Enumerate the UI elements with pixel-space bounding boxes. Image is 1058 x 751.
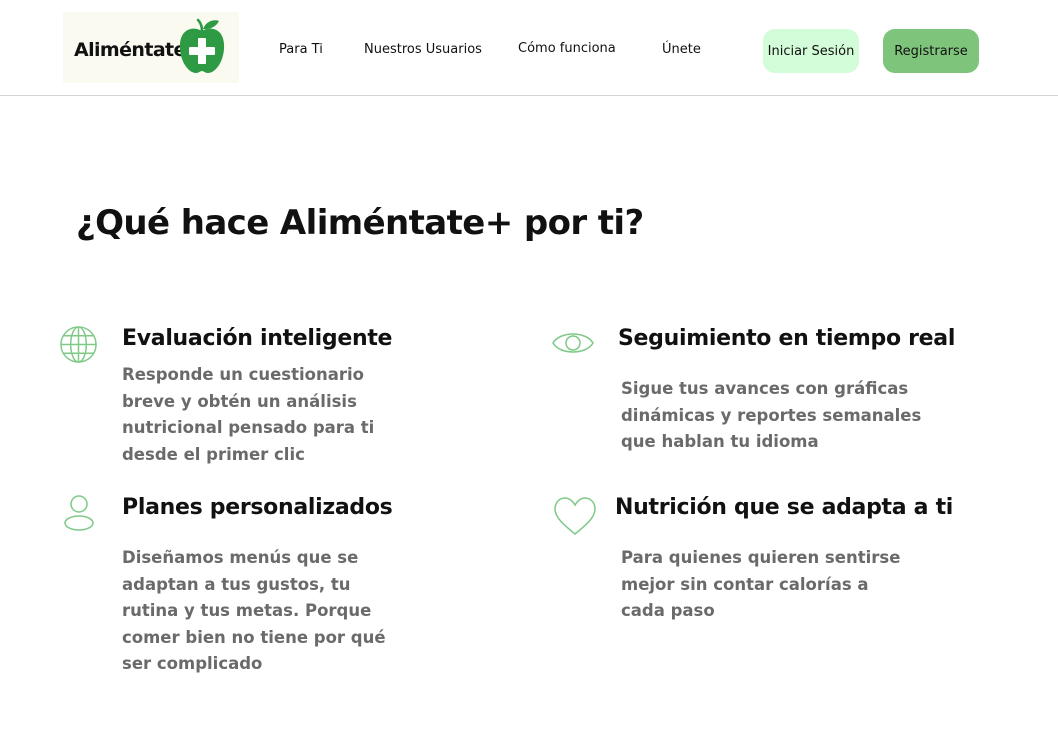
- brand-name: Aliméntate: [74, 39, 186, 61]
- feature-title-seguimiento: Seguimiento en tiempo real: [618, 326, 956, 351]
- globe-icon: [60, 326, 97, 363]
- desc-line: Diseñamos menús que se: [122, 548, 359, 567]
- nav-para-ti[interactable]: Para Ti: [279, 42, 323, 57]
- desc-line: Sigue tus avances con gráficas: [621, 379, 909, 398]
- feature-title-nutricion: Nutrición que se adapta a ti: [615, 495, 954, 520]
- register-button[interactable]: Registrarse: [883, 29, 979, 73]
- desc-line: Para quienes quieren sentirse: [621, 548, 901, 567]
- desc-line: cada paso: [621, 601, 715, 620]
- nav-como-funciona[interactable]: Cómo funciona: [518, 41, 616, 56]
- desc-line: rutina y tus metas. Porque: [122, 601, 372, 620]
- eye-icon: [552, 333, 594, 353]
- desc-line: ser complicado: [122, 654, 263, 673]
- feature-desc-planes: Diseñamos menús que se adaptan a tus gus…: [122, 545, 386, 678]
- desc-line: mejor sin contar calorías a: [621, 574, 869, 594]
- nav-nuestros-usuarios[interactable]: Nuestros Usuarios: [364, 42, 482, 57]
- desc-line: desde el primer clic: [122, 444, 305, 464]
- desc-line: breve y obtén un análisis: [122, 391, 357, 411]
- site-header: Aliméntate Para Ti Nuestros Usuarios Cóm…: [0, 0, 1058, 96]
- heart-icon: [554, 497, 596, 535]
- desc-line: nutricional pensado para ti: [122, 418, 375, 437]
- brand-logo[interactable]: Aliméntate: [63, 12, 239, 83]
- desc-line: que hablan tu idioma: [621, 432, 819, 451]
- page-title: ¿Qué hace Aliméntate+ por ti?: [76, 203, 644, 243]
- desc-line: dinámicas y reportes semanales: [621, 405, 922, 425]
- desc-line: comer bien no tiene por qué: [122, 627, 386, 647]
- apple-plus-icon: [179, 18, 225, 74]
- landing-page: Aliméntate Para Ti Nuestros Usuarios Cóm…: [0, 0, 1058, 751]
- feature-desc-evaluacion: Responde un cuestionario breve y obtén u…: [122, 362, 374, 468]
- feature-desc-seguimiento: Sigue tus avances con gráficas dinámicas…: [621, 376, 921, 456]
- nav-unete[interactable]: Únete: [662, 42, 701, 57]
- feature-desc-nutricion: Para quienes quieren sentirse mejor sin …: [621, 545, 900, 625]
- desc-line: adaptan a tus gustos, tu: [122, 574, 351, 594]
- feature-title-planes: Planes personalizados: [122, 495, 393, 520]
- feature-title-evaluacion: Evaluación inteligente: [122, 326, 393, 351]
- user-icon: [64, 495, 94, 531]
- desc-line: Responde un cuestionario: [122, 365, 365, 384]
- login-button[interactable]: Iniciar Sesión: [763, 29, 859, 73]
